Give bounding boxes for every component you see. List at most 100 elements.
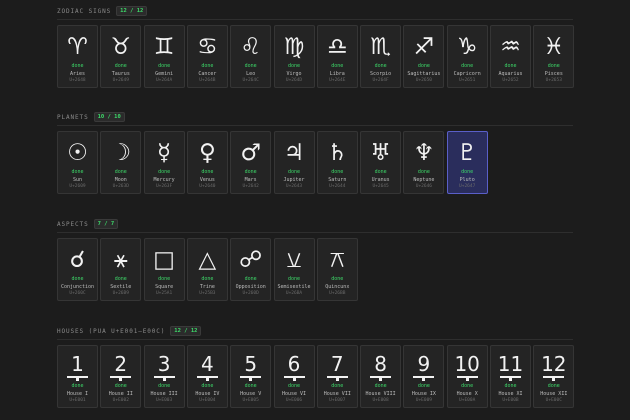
section-divider <box>57 19 573 20</box>
status-label: done <box>244 383 257 389</box>
section-header: ASPECTS 7 / 7 <box>57 218 119 230</box>
glyph-name: House III <box>150 391 178 397</box>
count-badge: 7 / 7 <box>93 219 119 229</box>
status-label: done <box>504 383 517 389</box>
glyph-card-moon[interactable]: ☽ done Moon U+263D <box>100 131 142 194</box>
glyph-card-gemini[interactable]: ♊ done Gemini U+264A <box>143 25 185 88</box>
glyph-name: Jupiter <box>283 177 305 183</box>
glyph-card-mercury[interactable]: ☿ done Mercury U+263F <box>143 131 185 194</box>
sun-icon: ☉ <box>67 140 88 166</box>
house-number-icon: 7 <box>330 352 344 376</box>
glyph-card-house-xi[interactable]: 11 done House XI U+E00B <box>490 345 531 408</box>
glyph-card-house-iv[interactable]: 4 done House IV U+E004 <box>186 345 228 408</box>
glyph-name: House XI <box>498 391 523 397</box>
section-header: PLANETS 10 / 10 <box>57 111 125 123</box>
glyph-card-house-ix[interactable]: 9 done House IX U+E009 <box>403 345 445 408</box>
glyph-card-leo[interactable]: ♌ done Leo U+264C <box>230 25 272 88</box>
codepoint: U+2646 <box>415 184 433 189</box>
glyph-name: Neptune <box>413 177 435 183</box>
glyph-card-pluto[interactable]: ♇ done Pluto U+2647 <box>446 131 488 194</box>
cancer-icon: ♋ <box>197 34 218 60</box>
codepoint: U+2648 <box>69 78 86 83</box>
semisextile-icon: ⚺ <box>286 247 302 273</box>
status-label: done <box>331 276 344 282</box>
codepoint: U+260D <box>242 291 259 296</box>
house-bar-icon <box>326 376 348 381</box>
glyph-card-house-v[interactable]: 5 done House V U+E005 <box>230 345 272 408</box>
house-number-icon: 5 <box>244 352 258 376</box>
glyph-card-sagittarius[interactable]: ♐ done Sagittarius U+2650 <box>403 25 445 88</box>
glyph-card-conjunction[interactable]: ☌ done Conjunction U+260C <box>57 238 98 301</box>
status-label: done <box>374 383 387 389</box>
glyph-card-cancer[interactable]: ♋ done Cancer U+264B <box>186 25 228 88</box>
status-label: done <box>244 169 257 175</box>
count-badge: 10 / 10 <box>93 112 125 122</box>
glyph-name: Trine <box>199 284 215 290</box>
glyph-name: Venus <box>199 177 215 183</box>
section-divider <box>57 339 573 340</box>
section-title: ZODIAC SIGNS <box>57 7 112 15</box>
glyph-card-house-vi[interactable]: 6 done House VI U+E006 <box>273 345 315 408</box>
glyph-card-sun[interactable]: ☉ done Sun U+2609 <box>57 131 98 194</box>
glyph-card-aries[interactable]: ♈ done Aries U+2648 <box>57 25 98 88</box>
glyph-name: Uranus <box>371 177 390 183</box>
status-label: done <box>331 383 344 389</box>
glyph-card-sextile[interactable]: ⚹ done Sextile U+26B9 <box>100 238 142 301</box>
glyph-card-square[interactable]: □ done Square U+25A1 <box>143 238 185 301</box>
glyph-name: Sun <box>72 177 83 183</box>
glyph-card-house-viii[interactable]: 8 done House VIII U+E008 <box>360 345 402 408</box>
codepoint: U+2653 <box>545 78 562 83</box>
glyph-card-aquarius[interactable]: ♒ done Aquarius U+2652 <box>490 25 531 88</box>
glyph-card-house-vii[interactable]: 7 done House VII U+E007 <box>316 345 358 408</box>
glyph-card-trine[interactable]: △ done Trine U+25B3 <box>186 238 228 301</box>
glyph-card-taurus[interactable]: ♉ done Taurus U+2649 <box>100 25 142 88</box>
glyph-card-house-xii[interactable]: 12 done House XII U+E00C <box>533 345 575 408</box>
glyph-name: Sextile <box>110 284 132 290</box>
glyph-card-jupiter[interactable]: ♃ done Jupiter U+2643 <box>273 131 315 194</box>
status-label: done <box>417 63 430 69</box>
section-title: ASPECTS <box>57 220 89 228</box>
glyph-name: Conjunction <box>60 284 95 290</box>
glyph-card-saturn[interactable]: ♄ done Saturn U+2644 <box>316 131 358 194</box>
glyph-name: Mercury <box>153 177 175 183</box>
glyph-card-house-ii[interactable]: 2 done House II U+E002 <box>100 345 142 408</box>
status-label: done <box>201 63 214 69</box>
house-number-icon: 11 <box>497 352 524 376</box>
glyph-card-house-x[interactable]: 10 done House X U+E00A <box>446 345 488 408</box>
status-label: done <box>374 63 387 69</box>
glyph-name: House IX <box>411 391 436 397</box>
glyph-card-libra[interactable]: ♎ done Libra U+264E <box>316 25 358 88</box>
scorpio-icon: ♏ <box>370 34 391 60</box>
house-bar-icon <box>67 376 88 381</box>
taurus-icon: ♉ <box>110 34 132 60</box>
status-label: done <box>547 63 560 69</box>
codepoint: U+E004 <box>199 398 216 403</box>
glyph-card-pisces[interactable]: ♓ done Pisces U+2653 <box>533 25 575 88</box>
codepoint: U+E008 <box>372 398 389 403</box>
glyph-card-semisextile[interactable]: ⚺ done Semisextile U+26BA <box>273 238 315 301</box>
glyph-card-mars[interactable]: ♂ done Mars U+2642 <box>230 131 272 194</box>
house-number-icon: 4 <box>201 352 214 376</box>
glyph-card-uranus[interactable]: ♅ done Uranus U+2645 <box>360 131 402 194</box>
house-number-icon: 10 <box>454 352 480 376</box>
square-icon: □ <box>153 247 175 273</box>
glyph-card-capricorn[interactable]: ♑ done Capricorn U+2651 <box>446 25 488 88</box>
codepoint: U+2650 <box>415 78 433 83</box>
capricorn-icon: ♑ <box>456 34 478 60</box>
glyph-card-venus[interactable]: ♀ done Venus U+2640 <box>186 131 228 194</box>
house-bar-icon <box>283 376 305 381</box>
status-label: done <box>158 383 171 389</box>
status-label: done <box>287 383 301 389</box>
glyph-card-scorpio[interactable]: ♏ done Scorpio U+264F <box>360 25 402 88</box>
glyph-card-house-i[interactable]: 1 done House I U+E001 <box>57 345 98 408</box>
glyph-card-virgo[interactable]: ♍ done Virgo U+264D <box>273 25 315 88</box>
status-label: done <box>287 276 301 282</box>
status-label: done <box>114 63 127 69</box>
status-label: done <box>158 63 171 69</box>
glyph-card-opposition[interactable]: ☍ done Opposition U+260D <box>230 238 272 301</box>
glyph-card-house-iii[interactable]: 3 done House III U+E003 <box>143 345 185 408</box>
codepoint: U+260C <box>69 291 86 296</box>
section-divider <box>57 232 573 233</box>
glyph-card-quincunx[interactable]: ⚻ done Quincunx U+26BB <box>316 238 358 301</box>
glyph-card-neptune[interactable]: ♆ done Neptune U+2646 <box>403 131 445 194</box>
